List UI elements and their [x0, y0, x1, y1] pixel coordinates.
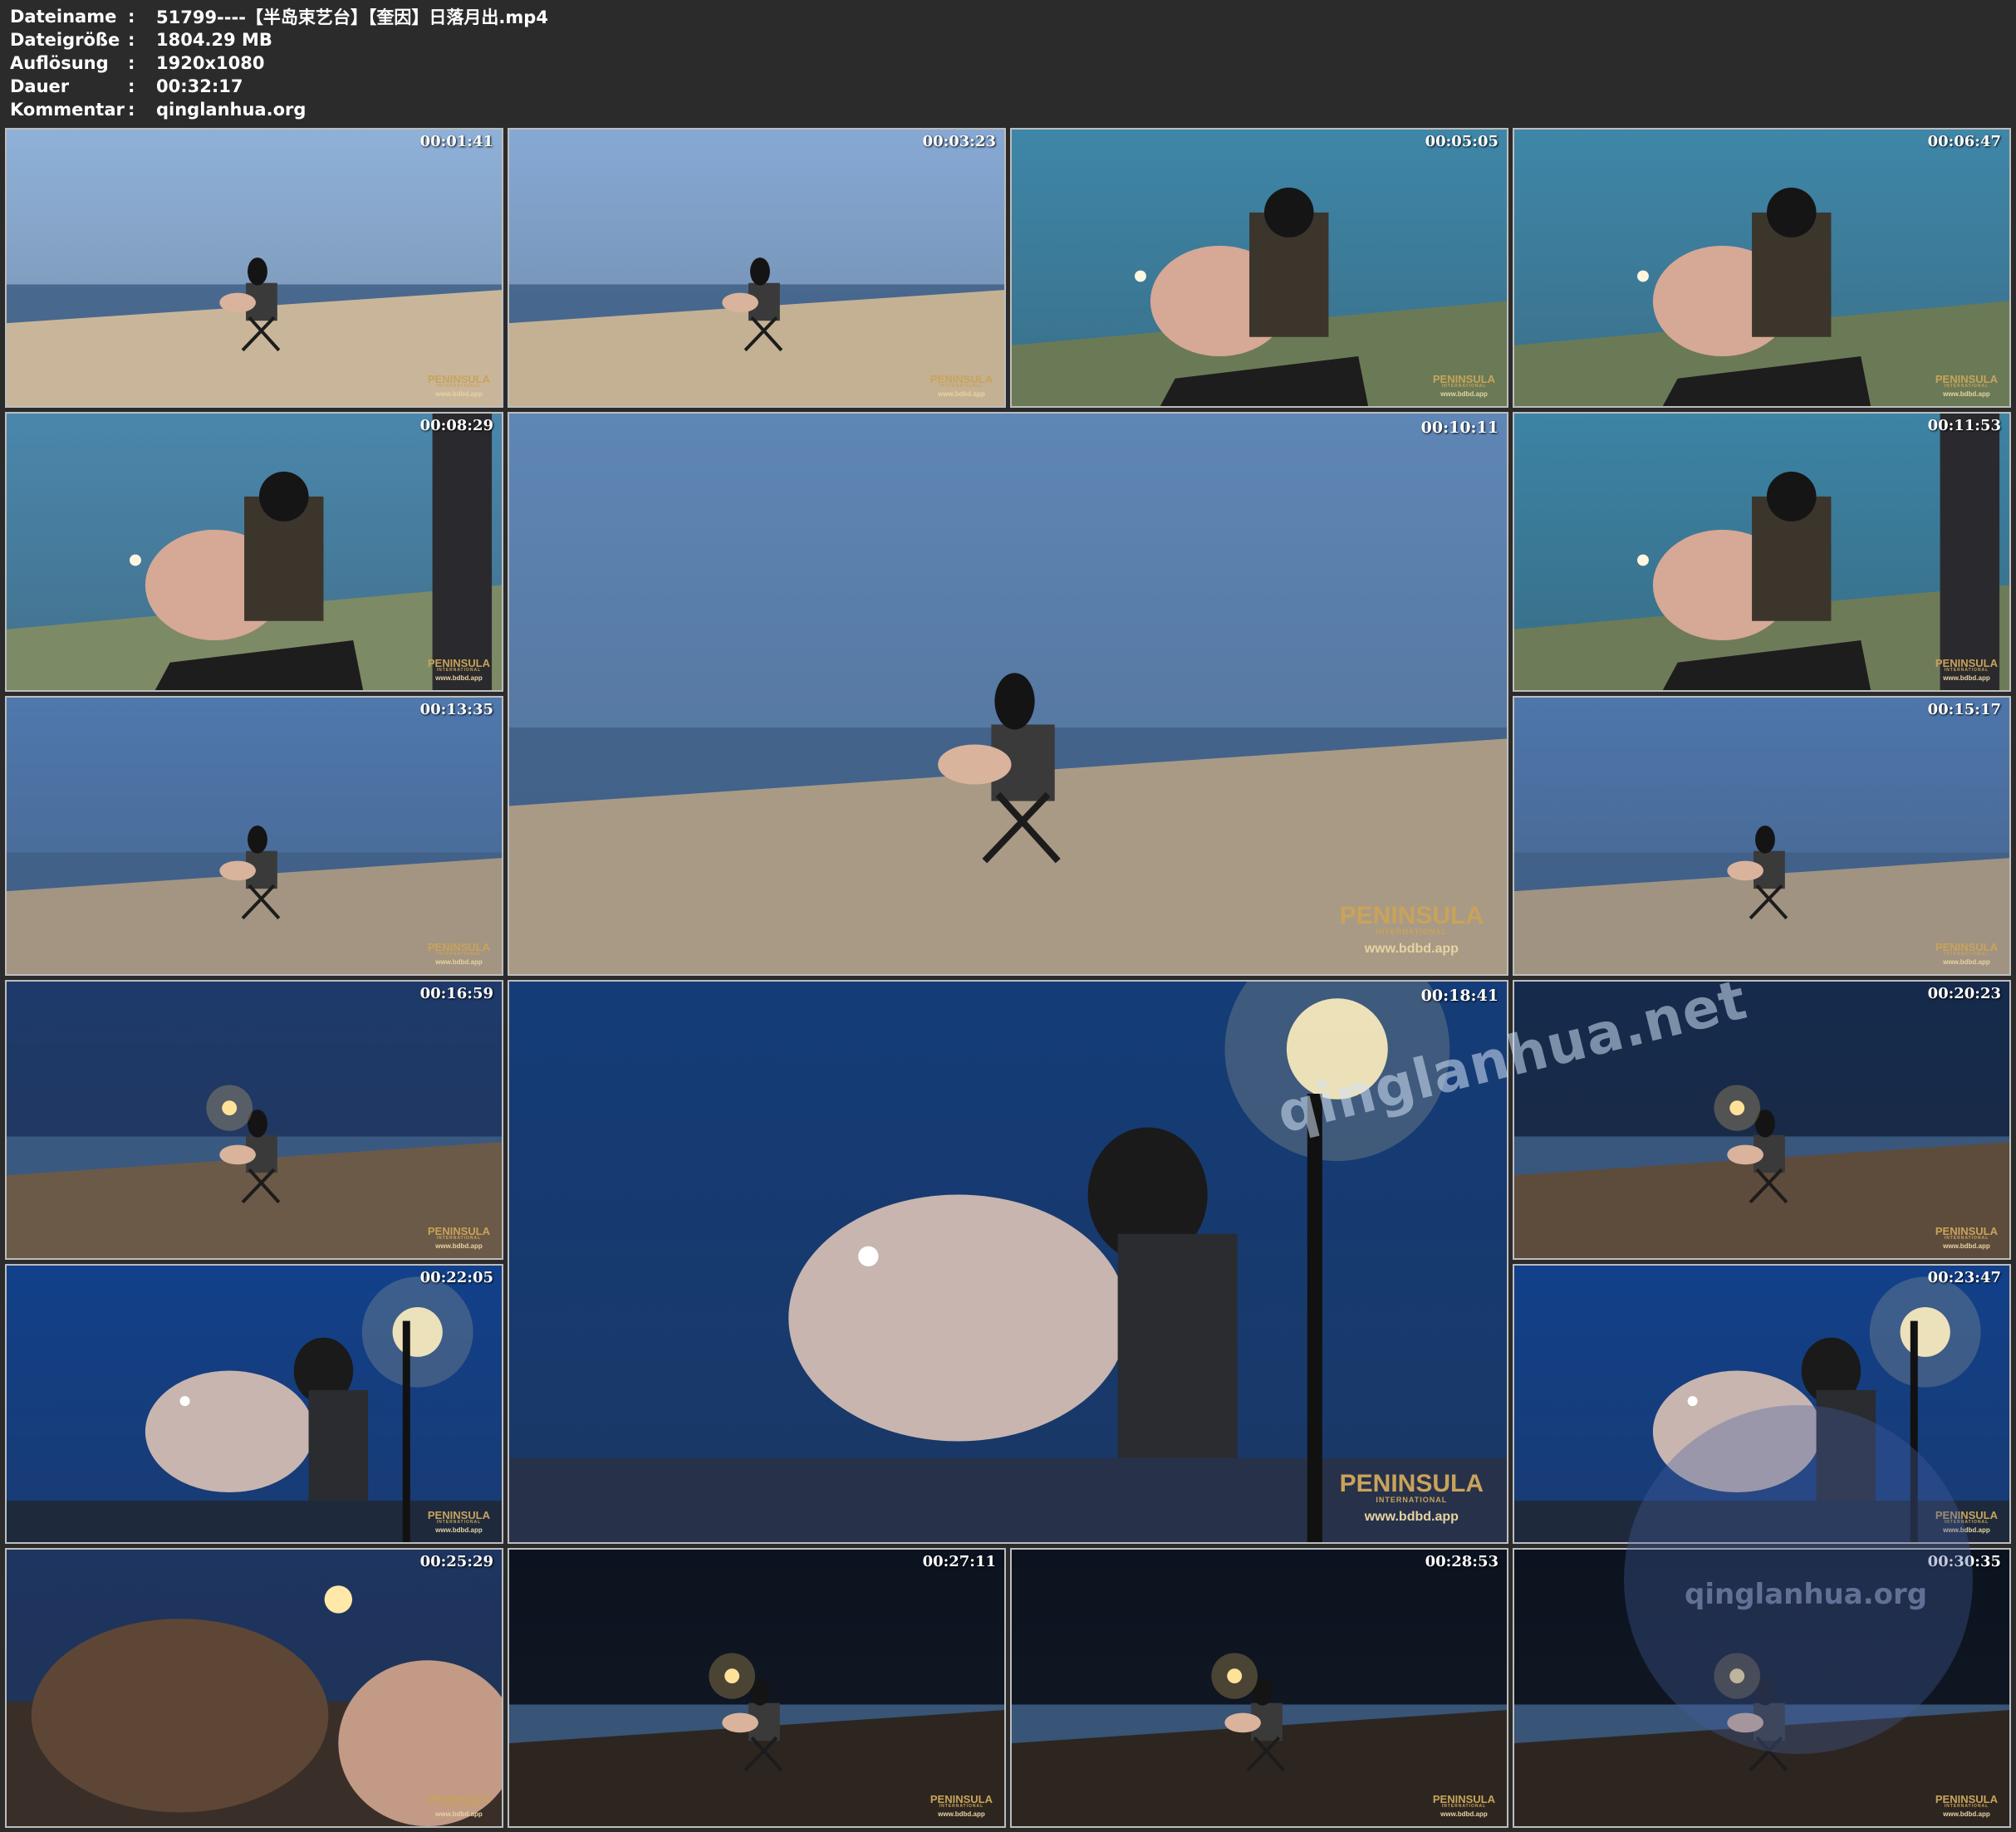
- logo-subtitle: INTERNATIONAL: [1376, 1496, 1448, 1504]
- thumbnail-scene-image: [1514, 414, 2009, 690]
- thumbnail-timestamp: 00:11:53: [1927, 417, 2001, 434]
- logo-subtitle: INTERNATIONAL: [1944, 1804, 1989, 1809]
- video-thumbnail[interactable]: 00:28:53 PENINSULA INTERNATIONAL www.bdbd.a…: [1010, 1548, 1508, 1828]
- thumbnail-scene-image: [1012, 130, 1507, 406]
- peninsula-logo: PENINSULA INTERNATIONAL www.bdbd.app: [930, 374, 993, 398]
- logo-site: www.bdbd.app: [938, 390, 985, 398]
- video-thumbnail[interactable]: 00:06:47 PENINSULA INTERNATIONAL www.bdbd.a…: [1513, 128, 2011, 408]
- thumbnail-scene-image: [7, 414, 502, 690]
- thumbnail-timestamp: 00:22:05: [419, 1269, 493, 1286]
- logo-site: www.bdbd.app: [435, 958, 483, 966]
- video-thumbnail[interactable]: 00:27:11 PENINSULA INTERNATIONAL www.bdbd.a…: [508, 1548, 1006, 1828]
- logo-site: www.bdbd.app: [1440, 1810, 1488, 1818]
- peninsula-logo: PENINSULA INTERNATIONAL www.bdbd.app: [428, 942, 490, 966]
- thumbnail-scene-image: [7, 1550, 502, 1826]
- thumbnail-timestamp: 00:20:23: [1927, 985, 2001, 1002]
- peninsula-logo: PENINSULA INTERNATIONAL www.bdbd.app: [1340, 1472, 1484, 1524]
- logo-brand: PENINSULA: [1339, 902, 1484, 929]
- peninsula-logo: PENINSULA INTERNATIONAL www.bdbd.app: [1433, 1794, 1495, 1818]
- thumbnail-scene-image: [1514, 698, 2009, 974]
- thumbnail-scene-image: [509, 130, 1004, 406]
- logo-subtitle: INTERNATIONAL: [939, 1804, 984, 1809]
- logo-subtitle: INTERNATIONAL: [436, 1520, 482, 1525]
- logo-subtitle: INTERNATIONAL: [436, 1236, 482, 1241]
- peninsula-logo: PENINSULA INTERNATIONAL www.bdbd.app: [428, 1794, 490, 1818]
- thumbnail-scene-image: [509, 414, 1507, 974]
- logo-site: www.bdbd.app: [1440, 390, 1488, 398]
- logo-subtitle: INTERNATIONAL: [436, 384, 482, 389]
- logo-site: www.bdbd.app: [1943, 1242, 1990, 1250]
- logo-site: www.bdbd.app: [1943, 390, 1990, 398]
- thumbnail-timestamp: 00:15:17: [1927, 701, 2001, 718]
- peninsula-logo: PENINSULA INTERNATIONAL www.bdbd.app: [1340, 904, 1484, 956]
- thumbnail-scene-image: [7, 698, 502, 974]
- logo-site: www.bdbd.app: [435, 1810, 483, 1818]
- video-thumbnail[interactable]: 00:01:41 PENINSULA INTERNATIONAL www.bdbd.a…: [5, 128, 503, 408]
- logo-site: www.bdbd.app: [1943, 958, 1990, 966]
- peninsula-logo: PENINSULA INTERNATIONAL www.bdbd.app: [1935, 658, 1998, 682]
- logo-site: www.bdbd.app: [435, 390, 483, 398]
- thumbnail-timestamp: 00:01:41: [419, 133, 493, 150]
- video-thumbnail[interactable]: 00:25:29 PENINSULA INTERNATIONAL www.bdbd.a…: [5, 1548, 503, 1828]
- watermark-circle-text: qinglanhua.org: [1685, 1578, 1928, 1611]
- video-thumbnail[interactable]: 00:05:05 PENINSULA INTERNATIONAL www.bdbd.a…: [1010, 128, 1508, 408]
- thumbnail-timestamp: 00:13:35: [419, 701, 493, 718]
- thumbnail-timestamp: 00:16:59: [419, 985, 493, 1002]
- logo-site: www.bdbd.app: [1943, 1810, 1990, 1818]
- video-thumbnail[interactable]: 00:22:05 PENINSULA INTERNATIONAL www.bdbd.a…: [5, 1264, 503, 1544]
- logo-site: www.bdbd.app: [938, 1810, 985, 1818]
- video-thumbnail[interactable]: 00:10:11 PENINSULA INTERNATIONAL www.bdbd.a…: [508, 412, 1508, 976]
- peninsula-logo: PENINSULA INTERNATIONAL www.bdbd.app: [1433, 374, 1495, 398]
- video-thumbnail[interactable]: 00:11:53 PENINSULA INTERNATIONAL www.bdbd.a…: [1513, 412, 2011, 692]
- thumbnail-timestamp: 00:08:29: [419, 417, 493, 434]
- peninsula-logo: PENINSULA INTERNATIONAL www.bdbd.app: [1935, 374, 1998, 398]
- video-thumbnail[interactable]: 00:03:23 PENINSULA INTERNATIONAL www.bdbd.a…: [508, 128, 1006, 408]
- peninsula-logo: PENINSULA INTERNATIONAL www.bdbd.app: [428, 658, 490, 682]
- peninsula-logo: PENINSULA INTERNATIONAL www.bdbd.app: [428, 1510, 490, 1534]
- logo-subtitle: INTERNATIONAL: [436, 668, 482, 673]
- video-thumbnail[interactable]: 00:13:35 PENINSULA INTERNATIONAL www.bdbd.a…: [5, 696, 503, 976]
- thumbnail-timestamp: 00:18:41: [1420, 987, 1499, 1005]
- peninsula-logo: PENINSULA INTERNATIONAL www.bdbd.app: [1935, 942, 1998, 966]
- thumbnail-scene-image: [7, 130, 502, 406]
- peninsula-logo: PENINSULA INTERNATIONAL www.bdbd.app: [1935, 1794, 1998, 1818]
- thumbnail-timestamp: 00:05:05: [1425, 133, 1499, 150]
- video-thumbnail[interactable]: 00:15:17 PENINSULA INTERNATIONAL www.bdbd.a…: [1513, 696, 2011, 976]
- peninsula-logo: PENINSULA INTERNATIONAL www.bdbd.app: [1935, 1226, 1998, 1250]
- thumbnail-timestamp: 00:28:53: [1425, 1553, 1499, 1570]
- peninsula-logo: PENINSULA INTERNATIONAL www.bdbd.app: [428, 374, 490, 398]
- thumbnail-scene-image: [7, 1266, 502, 1542]
- logo-subtitle: INTERNATIONAL: [1944, 668, 1989, 673]
- video-thumbnail[interactable]: 00:16:59 PENINSULA INTERNATIONAL www.bdbd.a…: [5, 980, 503, 1260]
- thumbnail-scene-image: [7, 982, 502, 1258]
- logo-site: www.bdbd.app: [435, 1242, 483, 1250]
- logo-subtitle: INTERNATIONAL: [1441, 1804, 1487, 1809]
- logo-site: www.bdbd.app: [1364, 942, 1459, 956]
- logo-site: www.bdbd.app: [435, 674, 483, 682]
- thumbnail-timestamp: 00:23:47: [1927, 1269, 2001, 1286]
- logo-subtitle: INTERNATIONAL: [436, 952, 482, 957]
- logo-brand: PENINSULA: [1339, 1470, 1484, 1497]
- thumbnail-timestamp: 00:27:11: [922, 1553, 996, 1570]
- peninsula-logo: PENINSULA INTERNATIONAL www.bdbd.app: [428, 1226, 490, 1250]
- logo-subtitle: INTERNATIONAL: [436, 1804, 482, 1809]
- thumbnail-timestamp: 00:06:47: [1927, 133, 2001, 150]
- logo-site: www.bdbd.app: [1364, 1510, 1459, 1524]
- logo-subtitle: INTERNATIONAL: [1944, 1236, 1989, 1241]
- peninsula-logo: PENINSULA INTERNATIONAL www.bdbd.app: [930, 1794, 993, 1818]
- thumbnail-timestamp: 00:10:11: [1420, 419, 1499, 437]
- thumbnail-scene-image: [1012, 1550, 1507, 1826]
- video-thumbnail[interactable]: 00:08:29 PENINSULA INTERNATIONAL www.bdbd.a…: [5, 412, 503, 692]
- thumbnail-timestamp: 00:25:29: [419, 1553, 493, 1570]
- logo-subtitle: INTERNATIONAL: [1944, 384, 1989, 389]
- thumbnail-timestamp: 00:03:23: [922, 133, 996, 150]
- logo-site: www.bdbd.app: [435, 1526, 483, 1534]
- logo-subtitle: INTERNATIONAL: [1441, 384, 1487, 389]
- thumbnail-scene-image: [1514, 130, 2009, 406]
- logo-subtitle: INTERNATIONAL: [1376, 928, 1448, 936]
- thumbnail-scene-image: [509, 1550, 1004, 1826]
- logo-site: www.bdbd.app: [1943, 674, 1990, 682]
- logo-subtitle: INTERNATIONAL: [1944, 952, 1989, 957]
- logo-subtitle: INTERNATIONAL: [939, 384, 984, 389]
